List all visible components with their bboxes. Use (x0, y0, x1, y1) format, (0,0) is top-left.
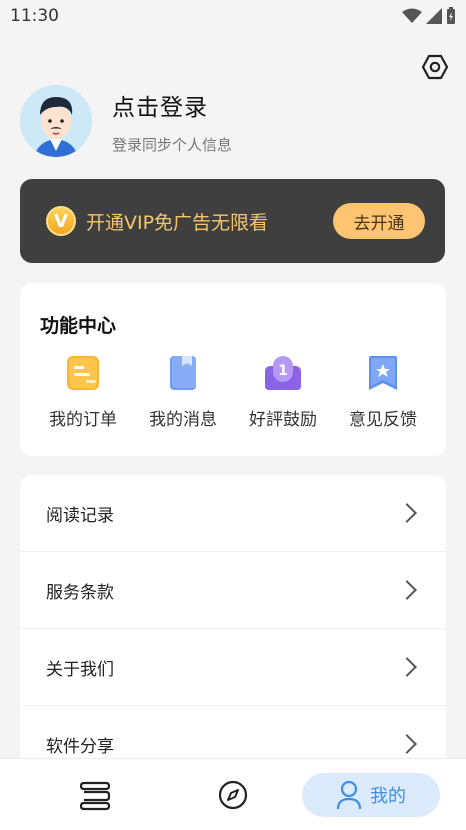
function-item-messages[interactable]: 我的消息 (133, 353, 233, 430)
profile-section[interactable]: 点击登录 登录同步个人信息 (20, 84, 440, 158)
status-icons (402, 7, 456, 25)
bookshelf-icon (79, 781, 111, 811)
compass-icon (218, 780, 248, 810)
function-item-orders[interactable]: 我的订单 (33, 353, 133, 430)
function-center-title: 功能中心 (40, 315, 117, 337)
settings-icon (421, 54, 449, 80)
function-label: 意见反馈 (349, 410, 417, 430)
function-item-feedback[interactable]: 意见反馈 (333, 353, 433, 430)
chevron-right-icon (397, 734, 417, 754)
vip-text: 开通VIP免广告无限看 (86, 211, 269, 234)
status-time: 11:30 (10, 6, 59, 26)
vip-icon: V (46, 206, 76, 236)
login-subtitle: 登录同步个人信息 (112, 135, 233, 154)
function-items: 我的订单 我的消息 1 好評鼓励 意见反馈 (20, 353, 446, 430)
nav-bookshelf[interactable] (78, 779, 112, 813)
menu-item-about[interactable]: 关于我们 (20, 629, 446, 706)
function-center: 功能中心 我的订单 我的消息 1 好評鼓励 意见反馈 (20, 283, 446, 456)
bottom-nav: 我的 (0, 758, 466, 830)
status-bar: 11:30 (0, 0, 466, 32)
menu-item-label: 阅读记录 (46, 505, 114, 526)
menu-item-terms[interactable]: 服务条款 (20, 552, 446, 629)
svg-text:1: 1 (278, 363, 288, 379)
wifi-icon (402, 8, 422, 23)
function-label: 我的订单 (49, 410, 117, 430)
chevron-right-icon (397, 503, 417, 523)
signal-icon (426, 8, 442, 24)
function-label: 我的消息 (149, 410, 217, 430)
menu-item-label: 关于我们 (46, 659, 114, 680)
battery-icon (447, 7, 455, 24)
nav-mine-label: 我的 (370, 786, 406, 807)
vip-open-button[interactable]: 去开通 (333, 203, 425, 239)
function-item-rating[interactable]: 1 好評鼓励 (233, 353, 333, 430)
vip-banner[interactable]: V 开通VIP免广告无限看 去开通 (20, 179, 445, 263)
nav-discover[interactable] (217, 779, 249, 811)
menu-item-reading-history[interactable]: 阅读记录 (20, 475, 446, 552)
menu-item-label: 软件分享 (46, 736, 114, 757)
function-label: 好評鼓励 (249, 410, 317, 430)
avatar[interactable] (20, 85, 92, 157)
login-title[interactable]: 点击登录 (112, 88, 232, 122)
chevron-right-icon (397, 657, 417, 677)
order-icon (63, 353, 103, 393)
user-icon (336, 780, 362, 810)
rating-icon: 1 (263, 353, 303, 393)
menu-list: 阅读记录 服务条款 关于我们 软件分享 (20, 475, 446, 775)
message-icon (163, 353, 203, 393)
chevron-right-icon (397, 580, 417, 600)
avatar-icon (20, 85, 92, 157)
settings-button[interactable] (420, 52, 450, 82)
feedback-icon (363, 353, 403, 393)
nav-mine[interactable]: 我的 (302, 773, 440, 817)
menu-item-label: 服务条款 (46, 582, 114, 603)
profile-text: 点击登录 登录同步个人信息 (112, 88, 232, 155)
